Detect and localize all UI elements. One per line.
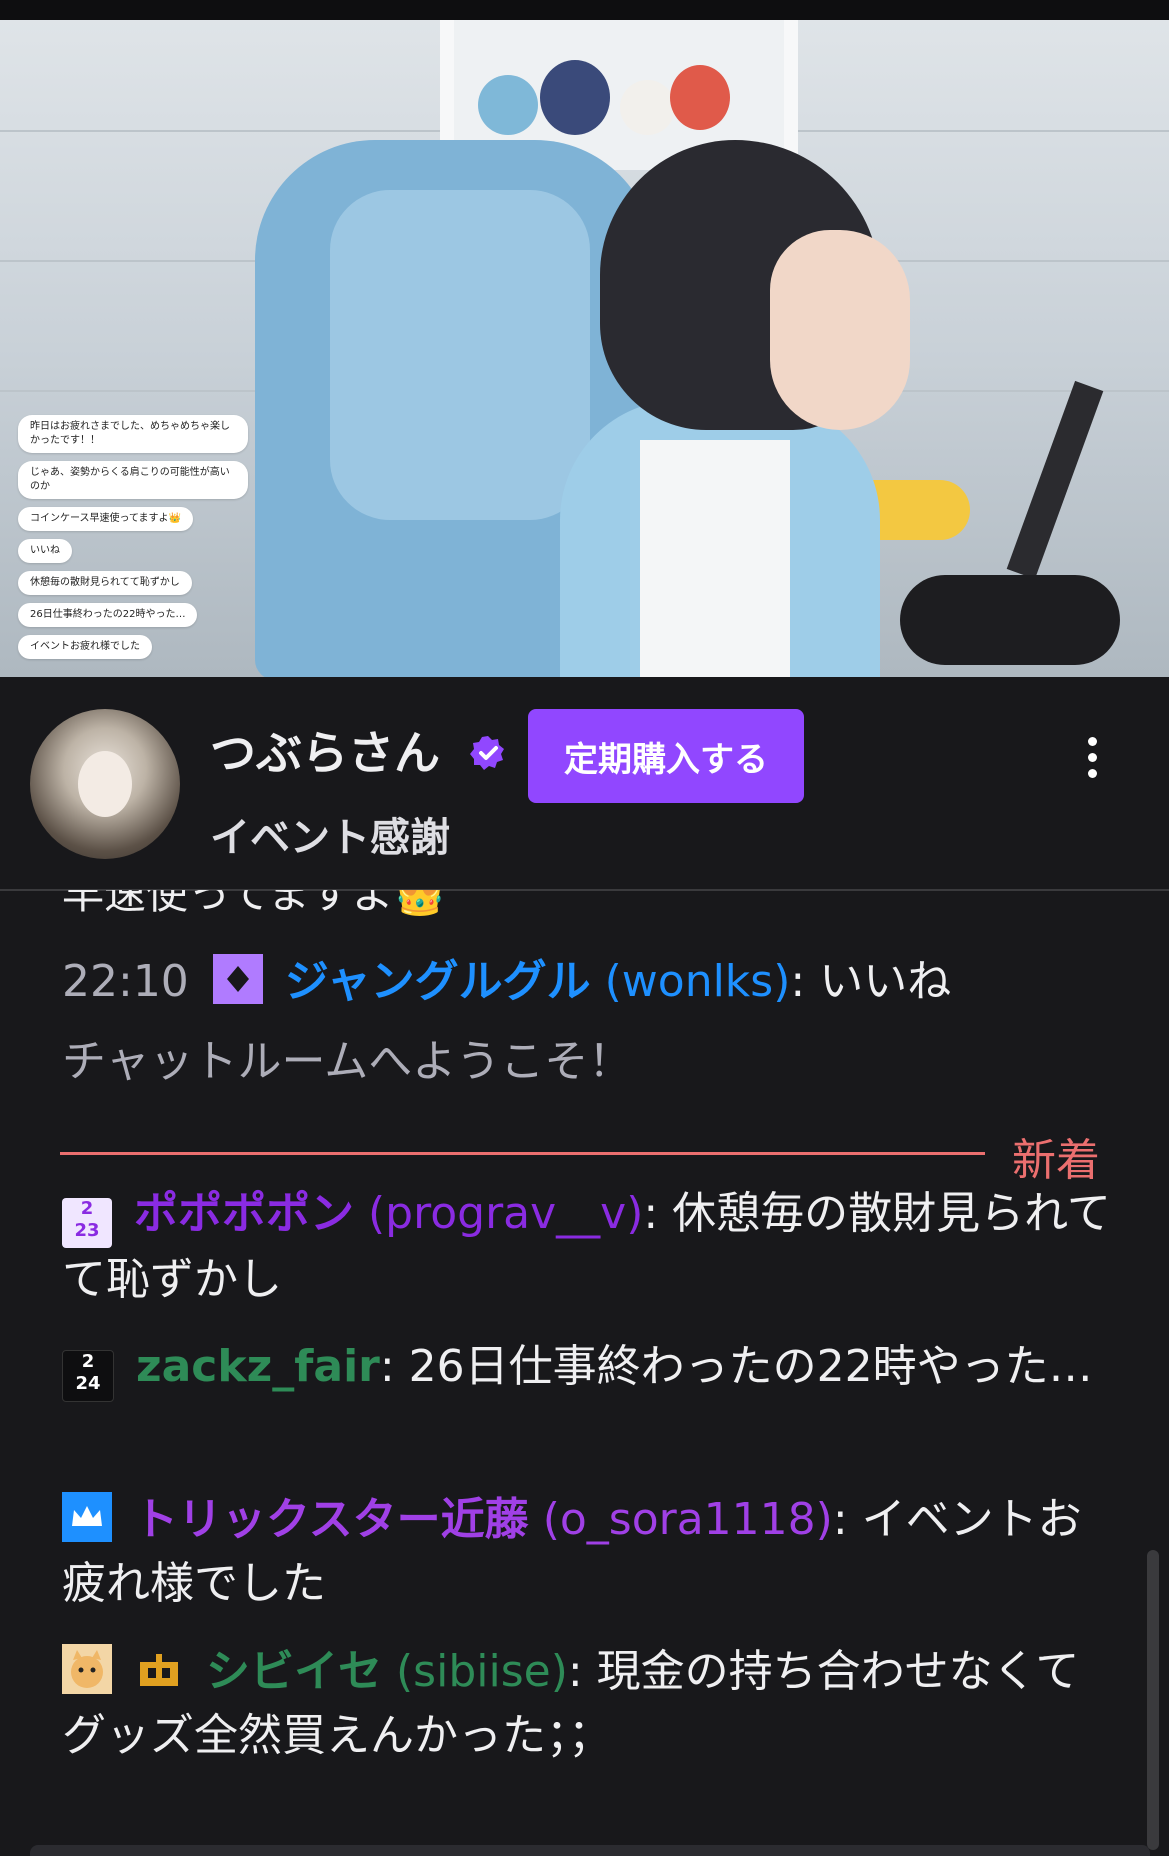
chat-message: シビイセ (sibiise): 現金の持ち合わせなくてグッズ全然買えんかった；； [62,1640,1122,1768]
streamer-face [770,230,910,430]
prime-badge-icon[interactable] [212,954,263,1004]
plush-toy [478,75,538,135]
plush-toy [540,60,610,135]
video-player[interactable]: 昨日はお疲れさまでした、めちゃめちゃ楽しかったです！！ じゃあ、姿勢からくる肩こ… [0,20,1169,677]
channel-header: つぶらさん 定期購入する イベント感謝 [0,677,1169,891]
chat-panel[interactable]: 早速使ってますよ👑 22:10 ジャングルグル (wonlks): いいね チャ… [0,890,1169,1856]
plush-toy [620,80,675,135]
chat-username[interactable]: zackz_fair [136,1341,380,1392]
microphone [900,575,1120,665]
new-messages-label: 新着 [1012,1135,1100,1186]
chat-text: : いいね [790,956,952,1007]
chat-message-partial: 早速使ってますよ👑 [62,890,447,918]
chat-text: : 26日仕事終わったの22時やった… [379,1341,1093,1392]
status-bar [0,0,1169,20]
year-2024-badge-icon[interactable]: 2 24 [62,1350,114,1402]
chat-message: トリックスター近藤 (o_sora1118): イベントお疲れ様でした [62,1488,1122,1616]
chat-message: 22:10 ジャングルグル (wonlks): いいね [62,950,1122,1014]
overlay-chat: 昨日はお疲れさまでした、めちゃめちゃ楽しかったです！！ じゃあ、姿勢からくる肩こ… [18,415,248,667]
chat-login[interactable]: (prograv__v) [368,1188,643,1239]
chat-login[interactable]: (o_sora1118) [543,1494,833,1545]
plush-toy [670,65,730,130]
overlay-bubble: イベントお疲れ様でした [18,635,152,659]
chat-input-edge[interactable] [30,1845,1150,1856]
overlay-bubble: 昨日はお疲れさまでした、めちゃめちゃ楽しかったです！！ [18,415,248,453]
streamer-shirt [640,440,790,677]
chat-username[interactable]: ジャングルグル [285,956,591,1007]
stream-title: イベント感謝 [210,815,450,861]
overlay-bubble: いいね [18,539,72,563]
avatar-face [78,751,132,817]
chat-username[interactable]: トリックスター近藤 [134,1494,529,1545]
overlay-bubble: 休憩毎の散財見られてて恥ずかし [18,571,192,595]
overlay-bubble: 26日仕事終わったの22時やった… [18,603,198,627]
system-message: チャットルームへようこそ！ [62,1036,633,1087]
gift-badge-icon[interactable] [134,1644,184,1694]
chat-timestamp: 22:10 [62,956,189,1007]
avatar[interactable] [30,709,180,859]
chair-back [330,190,590,520]
more-options-icon[interactable] [1080,737,1104,787]
new-messages-divider [60,1152,985,1155]
chat-username[interactable]: ポポポポン [134,1188,354,1239]
mic-arm [1006,380,1104,580]
crown-badge-icon[interactable] [62,1492,112,1542]
verified-icon [470,736,504,770]
chat-login[interactable]: (wonlks) [605,956,791,1007]
chat-login[interactable]: (sibiise) [396,1646,568,1697]
cat-badge-icon[interactable] [62,1644,112,1694]
channel-name[interactable]: つぶらさん [210,717,440,783]
subscribe-button[interactable]: 定期購入する [528,709,804,803]
chat-message: 2 23 ポポポポン (prograv__v): 休憩毎の散財見られてて恥ずかし [62,1182,1122,1312]
chat-message: 2 24 zackz_fair: 26日仕事終わったの22時やった… [62,1335,1122,1402]
overlay-bubble: コインケース早速使ってますよ👑 [18,507,193,531]
overlay-bubble: じゃあ、姿勢からくる肩こりの可能性が高いのか [18,461,248,499]
chat-username[interactable]: シビイセ [206,1646,382,1697]
chat-scrollbar[interactable] [1147,1550,1159,1850]
year-2023-badge-icon[interactable]: 2 23 [62,1198,112,1248]
